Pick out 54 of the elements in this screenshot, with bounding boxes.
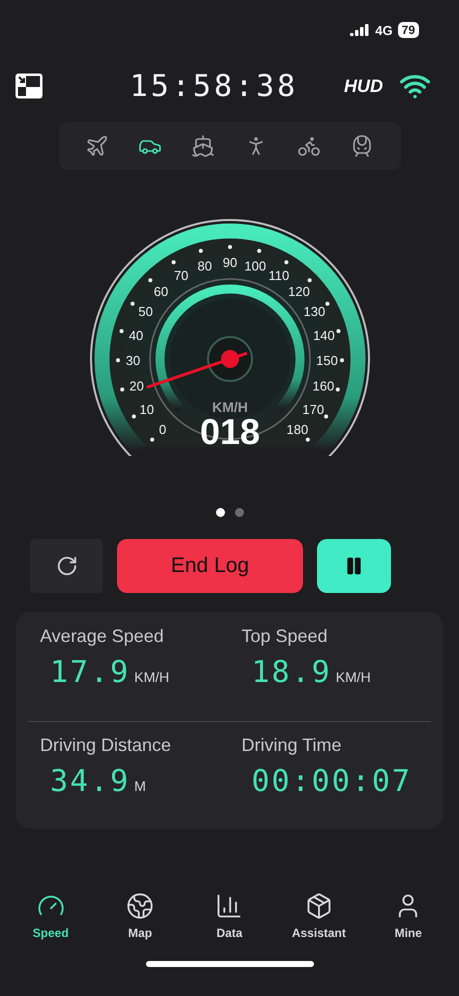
scale-label: 160: [312, 378, 334, 394]
stat-unit: KM/H: [336, 669, 371, 685]
stat-value: 00:00:07: [252, 764, 412, 798]
scale-label: 70: [173, 268, 188, 284]
end-log-button[interactable]: End Log: [117, 539, 303, 593]
scale-label: 150: [316, 353, 338, 368]
scale-label: 140: [312, 328, 334, 343]
scale-label: 180: [286, 422, 308, 437]
scale-label: 170: [302, 402, 324, 417]
globe-icon: [126, 892, 154, 920]
tab[interactable]: Speed: [10, 891, 91, 941]
box-icon: [304, 892, 333, 920]
tab[interactable]: Data: [189, 891, 270, 941]
stat-label: Top Speed: [242, 626, 329, 647]
stat-unit: M: [134, 778, 146, 794]
battery-level: 79: [398, 22, 419, 38]
scale-label: 60: [153, 284, 168, 299]
refresh-button[interactable]: [30, 539, 103, 593]
stat-value: 17.9: [50, 655, 130, 690]
scale-label: 40: [128, 328, 143, 343]
scale-label: 50: [138, 304, 152, 320]
stat-unit: KM/H: [134, 669, 170, 685]
stat-label: Driving Distance: [40, 734, 172, 756]
refresh-icon: [56, 555, 78, 577]
stat-value: 18.9: [252, 655, 332, 690]
scale-label: 90: [222, 255, 237, 270]
ship-icon[interactable]: [191, 134, 215, 158]
picture-in-picture-icon[interactable]: [14, 72, 44, 100]
clock: 15:58:38: [130, 68, 298, 104]
scale-label: 30: [125, 353, 140, 368]
scale-label: 130: [303, 304, 325, 320]
page-dot[interactable]: [216, 508, 224, 517]
signal-icon: [350, 24, 370, 36]
plane-icon[interactable]: [85, 134, 109, 158]
stat-value: 34.9: [50, 764, 130, 798]
stat-label: Driving Time: [242, 734, 343, 756]
bike-icon[interactable]: [297, 134, 321, 158]
tab[interactable]: Map: [100, 891, 180, 941]
network-label: 4G: [375, 22, 393, 38]
pause-button[interactable]: [317, 539, 391, 593]
scale-label: 110: [268, 268, 289, 284]
train-icon[interactable]: [350, 134, 374, 158]
tab[interactable]: Mine: [368, 891, 448, 941]
tab[interactable]: Assistant: [278, 891, 359, 941]
scale-label: 20: [128, 378, 144, 394]
page-dot[interactable]: [234, 508, 244, 517]
stat-label: Average Speed: [40, 626, 165, 647]
hud-label[interactable]: HUD: [344, 76, 383, 96]
scale-label: 10: [139, 402, 154, 417]
scale-label: 120: [288, 284, 310, 299]
scale-label: 80: [196, 258, 212, 274]
scale-label: 0: [158, 422, 166, 437]
scale-label: 100: [244, 258, 266, 274]
chart-icon: [215, 892, 244, 920]
